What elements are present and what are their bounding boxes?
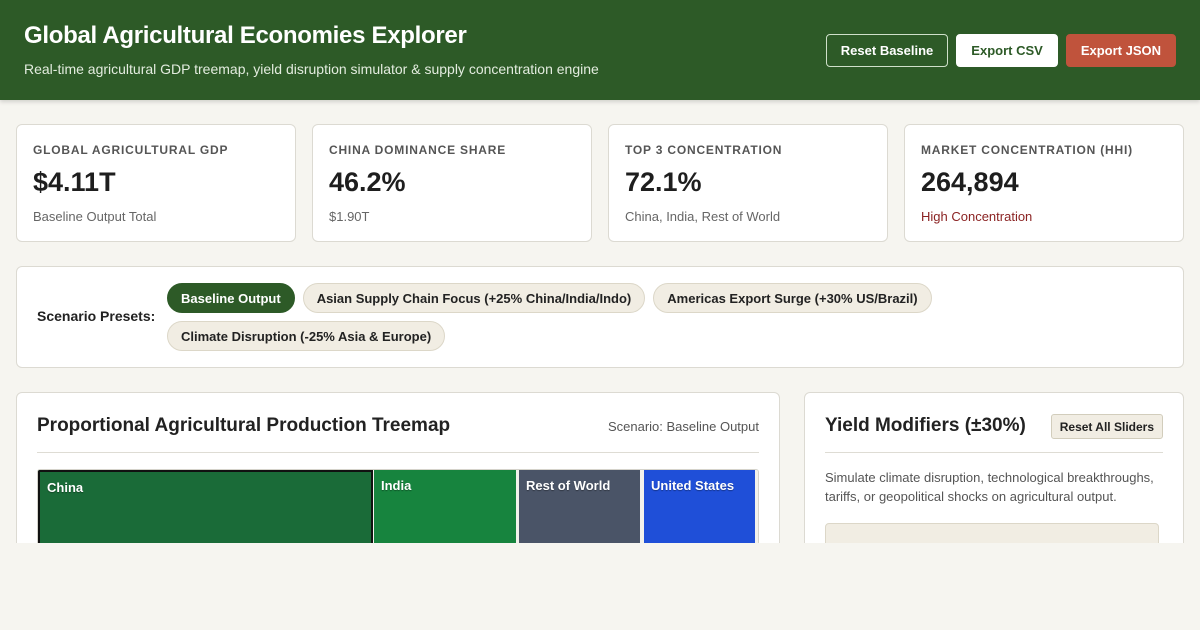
kpi-card-hhi: MARKET CONCENTRATION (HHI) 264,894 High … [904,124,1184,242]
tile-label: United States [651,478,735,493]
tile-label: Rest of World [526,478,611,493]
kpi-label: MARKET CONCENTRATION (HHI) [921,143,1133,157]
kpi-value: 46.2% [329,167,406,197]
active-scenario-label: Scenario: Baseline Output [607,419,759,434]
app-header: Global Agricultural Economies Explorer R… [0,0,1200,100]
export-csv-button[interactable]: Export CSV [956,34,1058,67]
kpi-label: CHINA DOMINANCE SHARE [329,143,507,157]
kpi-value: 72.1% [625,167,702,197]
treemap-title: Proportional Agricultural Production Tre… [37,415,451,436]
scenario-chip-americas-export[interactable]: Americas Export Surge (+30% US/Brazil) [653,283,932,313]
kpi-subtext: China, India, Rest of World [625,209,781,224]
viewport-cutoff [0,543,1200,630]
kpi-card-top3: TOP 3 CONCENTRATION 72.1% China, India, … [608,124,888,242]
scenario-presets-panel: Scenario Presets: Baseline Output Asian … [16,266,1184,368]
scenario-chip-baseline[interactable]: Baseline Output [167,283,295,313]
page-subtitle: Real-time agricultural GDP treemap, yiel… [24,61,599,77]
tile-label: India [381,478,412,493]
divider [825,452,1163,453]
scenario-chip-group: Baseline Output Asian Supply Chain Focus… [167,283,947,351]
header-actions: Reset Baseline Export CSV Export JSON [825,34,1176,67]
yield-title: Yield Modifiers (±30%) [825,415,1026,436]
kpi-value: 264,894 [921,167,1019,197]
reset-baseline-button[interactable]: Reset Baseline [825,34,949,67]
export-json-button[interactable]: Export JSON [1065,34,1176,67]
kpi-card-global-gdp: GLOBAL AGRICULTURAL GDP $4.11T Baseline … [16,124,296,242]
kpi-subtext: Baseline Output Total [33,209,157,224]
scenario-chip-asian-supply[interactable]: Asian Supply Chain Focus (+25% China/Ind… [302,283,646,313]
reset-all-sliders-button[interactable]: Reset All Sliders [1050,414,1163,439]
scenario-chip-climate-disruption[interactable]: Climate Disruption (-25% Asia & Europe) [167,321,446,351]
kpi-label: TOP 3 CONCENTRATION [625,143,783,157]
yield-description: Simulate climate disruption, technologic… [825,470,1154,504]
scenario-presets-label: Scenario Presets: [37,308,156,324]
kpi-subtext: $1.90T [329,209,370,224]
kpi-value: $4.11T [33,167,116,197]
concentration-status: High Concentration [921,209,1033,224]
kpi-label: GLOBAL AGRICULTURAL GDP [33,143,229,157]
divider [37,452,759,453]
kpi-card-china-share: CHINA DOMINANCE SHARE 46.2% $1.90T [312,124,592,242]
page-title: Global Agricultural Economies Explorer [24,22,467,49]
tile-label: China [47,480,84,495]
